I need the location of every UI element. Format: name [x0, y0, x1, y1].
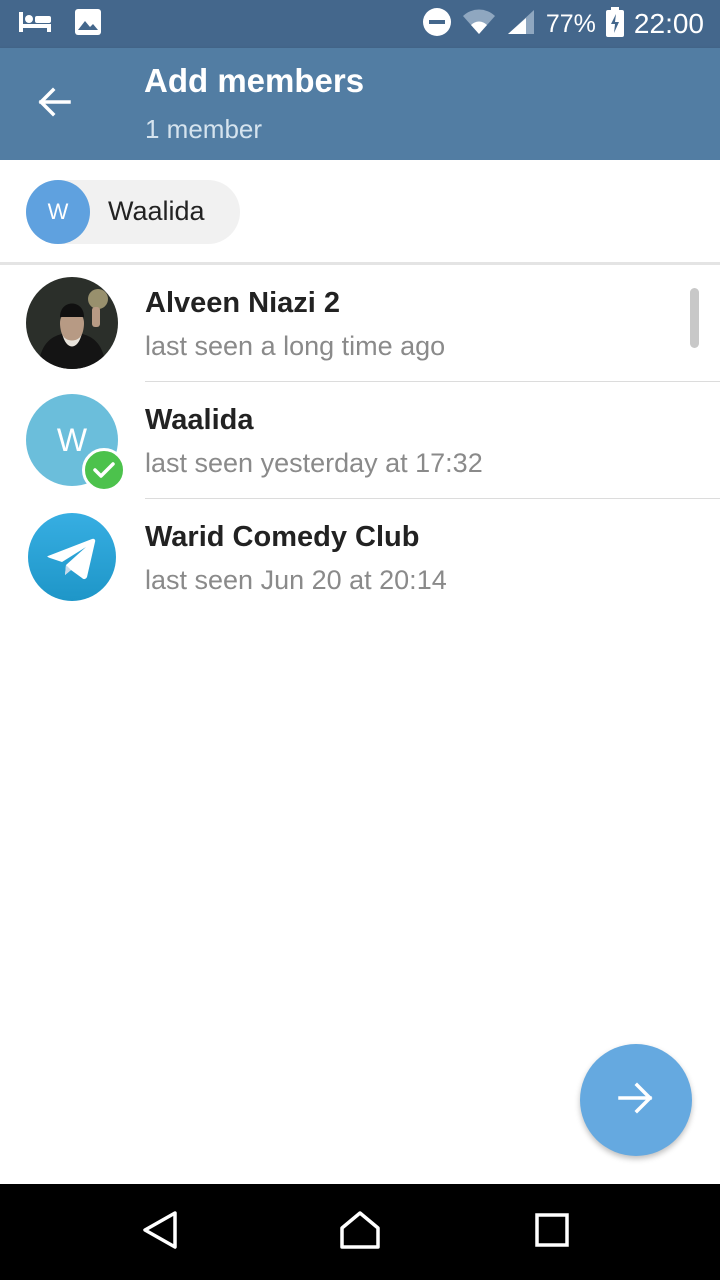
contact-row[interactable]: Alveen Niazi 2 last seen a long time ago [0, 265, 720, 382]
contact-name: Warid Comedy Club [145, 521, 420, 553]
contact-row[interactable]: Warid Comedy Club last seen Jun 20 at 20… [0, 499, 720, 616]
nav-recents-button[interactable] [528, 1208, 576, 1256]
chip-avatar: W [26, 180, 90, 244]
contact-status: last seen yesterday at 17:32 [145, 448, 483, 478]
do-not-disturb-icon [422, 7, 452, 42]
triangle-back-icon [141, 1210, 179, 1255]
arrow-left-icon [37, 87, 71, 122]
next-button[interactable] [580, 1044, 692, 1156]
toolbar: Add members 1 member [0, 48, 720, 160]
contact-status: last seen Jun 20 at 20:14 [145, 565, 447, 595]
add-members-screen: 77% 22:00 Add members 1 member W Waalida [0, 0, 720, 1280]
chip-label: Waalida [108, 196, 205, 226]
contact-name: Alveen Niazi 2 [145, 287, 341, 319]
telegram-logo-avatar [26, 511, 118, 603]
square-recents-icon [534, 1212, 570, 1253]
image-icon [74, 8, 102, 41]
signal-icon [506, 8, 536, 41]
arrow-right-icon [618, 1082, 654, 1119]
bed-icon [18, 10, 52, 39]
battery-charging-icon [605, 6, 624, 42]
nav-back-button[interactable] [136, 1208, 184, 1256]
home-icon [339, 1210, 381, 1255]
contact-status: last seen a long time ago [145, 331, 446, 361]
selected-check-icon [82, 448, 126, 492]
nav-home-button[interactable] [336, 1208, 384, 1256]
scrollbar[interactable] [690, 288, 699, 348]
contact-list: Alveen Niazi 2 last seen a long time ago… [0, 265, 720, 616]
clock: 22:00 [633, 8, 704, 39]
status-bar: 77% 22:00 [0, 0, 720, 48]
contact-photo-avatar [26, 277, 118, 369]
selected-member-chip[interactable]: W Waalida [26, 180, 240, 244]
back-button[interactable] [24, 74, 84, 134]
contact-name: Waalida [145, 404, 254, 436]
wifi-icon [462, 8, 496, 41]
battery-percent: 77% [545, 9, 596, 38]
page-title: Add members [144, 62, 365, 99]
selected-members-area: W Waalida [0, 160, 720, 264]
member-count: 1 member [145, 114, 263, 144]
navigation-bar [0, 1184, 720, 1280]
